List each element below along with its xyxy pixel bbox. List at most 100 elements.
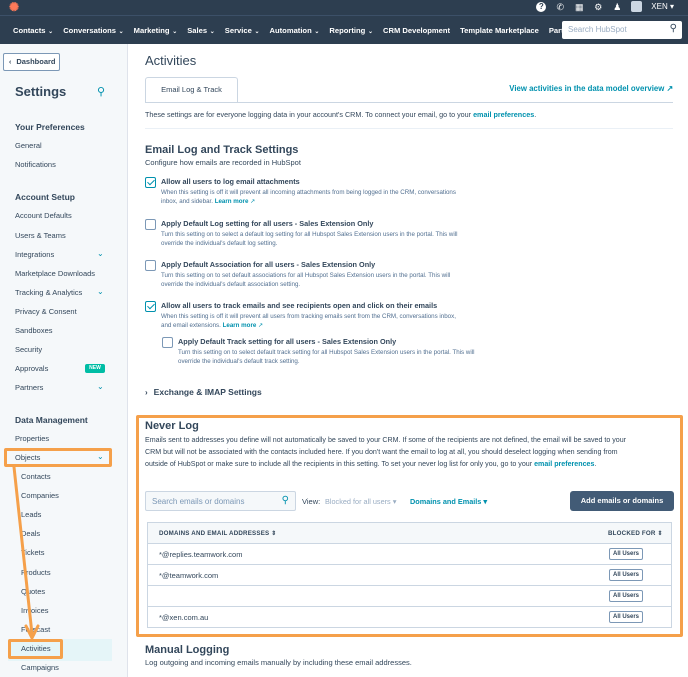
- chevron-down-icon: ⌄: [46, 29, 54, 35]
- nav-item-contacts[interactable]: Contacts ⌄: [8, 26, 58, 35]
- nav-item-reporting[interactable]: Reporting ⌄: [324, 26, 378, 35]
- sidebar-item-marketplace-downloads[interactable]: Marketplace Downloads: [15, 269, 95, 278]
- global-search[interactable]: Search HubSpot ⚲: [562, 21, 682, 39]
- calling-icon[interactable]: ✆: [555, 2, 565, 12]
- sidebar-item-tracking-analytics[interactable]: Tracking & Analytics: [15, 288, 82, 297]
- dashboard-back-label: Dashboard: [16, 57, 56, 66]
- chevron-left-icon: ‹: [9, 59, 12, 66]
- global-search-input[interactable]: Search HubSpot: [568, 25, 627, 34]
- main-navigation: Contacts ⌄ Conversations ⌄ Marketing ⌄ Sale…: [0, 15, 688, 44]
- notifications-bell-icon[interactable]: ♟: [612, 2, 622, 12]
- external-link-icon: ↗: [666, 84, 673, 93]
- setting-desc: Turn this setting on to select a default…: [161, 230, 461, 248]
- setting-checkbox[interactable]: [145, 219, 156, 230]
- sidebar-item-privacy-consent[interactable]: Privacy & Consent: [15, 307, 77, 316]
- chevron-down-icon: ⌄: [208, 29, 215, 35]
- sidebar-subitem-companies[interactable]: Companies: [21, 491, 59, 500]
- annotation-activities-highlight: [8, 639, 63, 659]
- default-track-checkbox[interactable]: [162, 337, 173, 348]
- dashboard-back-button[interactable]: ‹ Dashboard: [3, 53, 60, 71]
- email-settings-title: Email Log and Track Settings: [145, 144, 299, 156]
- settings-gear-icon[interactable]: ⚙: [593, 2, 603, 12]
- setting-label: Allow all users to track emails and see …: [161, 301, 438, 310]
- nav-item-label: Template Marketplace: [460, 26, 539, 35]
- section-account-setup: Account Setup: [15, 192, 75, 202]
- setting-desc: When this setting is off it will prevent…: [161, 312, 461, 330]
- manual-logging-desc: Log outgoing and incoming emails manuall…: [145, 658, 412, 667]
- sidebar-item-notifications[interactable]: Notifications: [15, 160, 56, 169]
- chevron-down-icon: ⌄: [116, 29, 124, 35]
- chevron-down-icon: ⌄: [312, 29, 320, 35]
- chevron-down-icon: ⌄: [170, 29, 178, 35]
- setting-checkbox[interactable]: [145, 260, 156, 271]
- nav-item-label: Reporting: [329, 26, 366, 35]
- setting-checkbox[interactable]: [145, 301, 156, 312]
- default-track-label: Apply Default Track setting for all user…: [178, 337, 397, 346]
- setting-desc-text: Turn this setting on to select a default…: [161, 231, 458, 247]
- nav-item-automation[interactable]: Automation ⌄: [265, 26, 325, 35]
- manual-logging-title: Manual Logging: [145, 644, 230, 656]
- intro-text: These settings are for everyone logging …: [145, 110, 537, 119]
- sidebar-item-users-teams[interactable]: Users & Teams: [15, 231, 66, 240]
- sidebar-item-account-defaults[interactable]: Account Defaults: [15, 211, 72, 220]
- tab-divider: [145, 102, 673, 103]
- account-name: XEN: [651, 2, 668, 11]
- account-avatar[interactable]: [631, 1, 643, 12]
- nav-item-label: Service: [224, 26, 252, 35]
- chevron-down-icon[interactable]: ⌄: [97, 287, 104, 296]
- sidebar-subitem-leads[interactable]: Leads: [21, 510, 41, 519]
- sidebar-item-sandboxes[interactable]: Sandboxes: [15, 326, 53, 335]
- sidebar-subitem-quotes[interactable]: Quotes: [21, 587, 45, 596]
- sidebar-item-partners[interactable]: Partners: [15, 383, 43, 392]
- annotation-never-log-highlight: [136, 415, 683, 637]
- sidebar-subitem-deals[interactable]: Deals: [21, 529, 40, 538]
- help-icon[interactable]: ?: [536, 1, 547, 12]
- sidebar-item-general[interactable]: General: [15, 141, 42, 150]
- nav-item-crm-development[interactable]: CRM Development: [378, 26, 455, 35]
- section-your-preferences: Your Preferences: [15, 122, 85, 132]
- email-preferences-link[interactable]: email preferences: [473, 110, 534, 119]
- sidebar-subitem-forecast[interactable]: Forecast: [21, 625, 50, 634]
- section-data-management: Data Management: [15, 415, 88, 425]
- learn-more-link[interactable]: Learn more: [223, 322, 257, 329]
- nav-item-marketing[interactable]: Marketing ⌄: [129, 26, 183, 35]
- sidebar-subitem-products[interactable]: Products: [21, 568, 51, 577]
- annotation-objects-highlight: [4, 448, 112, 467]
- nav-item-template-marketplace[interactable]: Template Marketplace: [455, 26, 544, 35]
- nav-item-label: Marketing: [133, 26, 170, 35]
- setting-desc-text: When this setting is off it will prevent…: [161, 189, 456, 205]
- chevron-down-icon[interactable]: ⌄: [97, 382, 104, 391]
- nav-item-sales[interactable]: Sales ⌄: [182, 26, 220, 35]
- settings-search-icon[interactable]: ⚲: [97, 85, 105, 98]
- sidebar-subitem-invoices[interactable]: Invoices: [21, 606, 49, 615]
- nav-item-label: Conversations: [63, 26, 116, 35]
- exchange-imap-label: Exchange & IMAP Settings: [153, 387, 262, 397]
- marketplace-icon[interactable]: ▦: [574, 2, 584, 12]
- nav-item-label: Sales: [187, 26, 208, 35]
- setting-checkbox[interactable]: [145, 177, 156, 188]
- account-menu[interactable]: XEN ▾: [651, 2, 674, 11]
- learn-more-link[interactable]: Learn more: [215, 198, 249, 205]
- nav-item-conversations[interactable]: Conversations ⌄: [58, 26, 128, 35]
- nav-item-service[interactable]: Service ⌄: [220, 26, 265, 35]
- sidebar-item-properties[interactable]: Properties: [15, 434, 49, 443]
- exchange-imap-toggle[interactable]: › Exchange & IMAP Settings: [145, 387, 262, 397]
- settings-title: Settings: [15, 84, 67, 99]
- sidebar-subitem-campaigns[interactable]: Campaigns: [21, 663, 59, 672]
- setting-desc-text: When this setting is off it will prevent…: [161, 313, 456, 329]
- sidebar-item-integrations[interactable]: Integrations: [15, 250, 54, 259]
- new-badge: NEW: [85, 364, 105, 373]
- search-icon[interactable]: ⚲: [670, 23, 677, 34]
- sidebar-item-security[interactable]: Security: [15, 345, 42, 354]
- tab-email-log-track[interactable]: Email Log & Track: [145, 77, 238, 103]
- chevron-down-icon[interactable]: ⌄: [97, 249, 104, 258]
- data-model-overview-link[interactable]: View activities in the data model overvi…: [509, 84, 673, 93]
- sidebar-subitem-tickets[interactable]: Tickets: [21, 548, 44, 557]
- nav-item-label: Automation: [269, 26, 312, 35]
- hubspot-logo-icon[interactable]: ✺: [9, 1, 22, 14]
- setting-desc: When this setting is off it will prevent…: [161, 188, 461, 206]
- data-model-overview-label: View activities in the data model overvi…: [509, 84, 665, 93]
- sidebar-item-approvals[interactable]: Approvals: [15, 364, 48, 373]
- setting-label: Apply Default Association for all users …: [161, 260, 376, 269]
- sidebar-subitem-contacts[interactable]: Contacts: [21, 472, 51, 481]
